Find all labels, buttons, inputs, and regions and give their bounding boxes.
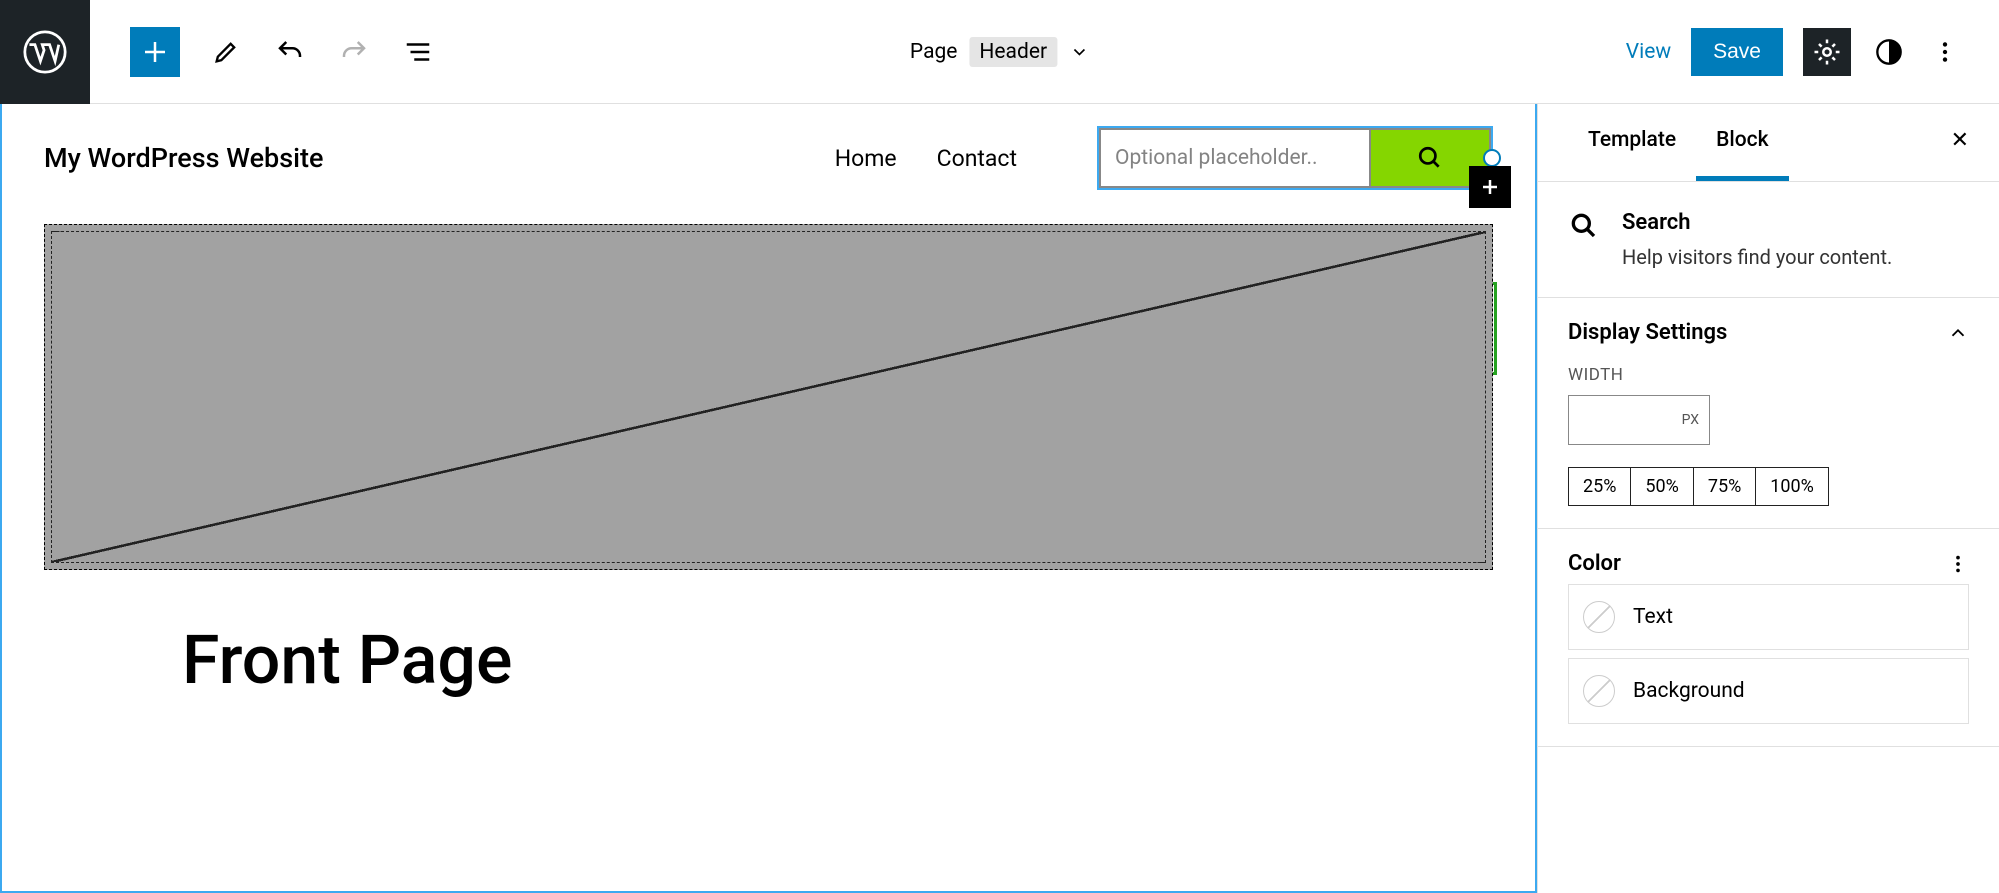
block-name: Search xyxy=(1622,210,1892,235)
add-block-inline[interactable] xyxy=(1469,166,1511,208)
tab-block[interactable]: Block xyxy=(1696,104,1788,181)
styles-button[interactable] xyxy=(1871,34,1907,70)
selection-handle[interactable] xyxy=(1483,149,1501,167)
doc-name-badge[interactable]: Header xyxy=(969,37,1057,67)
close-sidebar-button[interactable]: ✕ xyxy=(1951,128,1969,153)
nav-link-home[interactable]: Home xyxy=(835,145,897,172)
width-preset-75[interactable]: 75% xyxy=(1694,468,1756,505)
search-input[interactable]: Optional placeholder.. xyxy=(1099,128,1371,188)
width-label: WIDTH xyxy=(1568,365,1969,385)
tab-template[interactable]: Template xyxy=(1568,104,1696,181)
more-menu-button[interactable] xyxy=(1927,34,1963,70)
doc-type-label: Page xyxy=(910,40,958,64)
settings-button[interactable] xyxy=(1803,28,1851,76)
panel-title-display[interactable]: Display Settings xyxy=(1568,320,1727,345)
page-title[interactable]: Front Page xyxy=(182,620,1535,700)
search-block[interactable]: Optional placeholder.. xyxy=(1097,126,1493,190)
search-icon xyxy=(1568,210,1600,242)
edit-icon[interactable] xyxy=(208,34,244,70)
text-color-swatch xyxy=(1583,601,1615,633)
width-preset-25[interactable]: 25% xyxy=(1569,468,1631,505)
view-link[interactable]: View xyxy=(1626,40,1671,64)
color-background-row[interactable]: Background xyxy=(1568,658,1969,724)
settings-sidebar: Template Block ✕ Search Help visitors fi… xyxy=(1537,104,1999,893)
block-description: Help visitors find your content. xyxy=(1622,245,1892,269)
panel-title-color: Color xyxy=(1568,551,1621,576)
save-button[interactable]: Save xyxy=(1691,28,1783,76)
undo-button[interactable] xyxy=(272,34,308,70)
add-block-button[interactable] xyxy=(130,27,180,77)
chevron-down-icon[interactable] xyxy=(1069,42,1089,62)
site-title[interactable]: My WordPress Website xyxy=(44,142,323,174)
color-text-row[interactable]: Text xyxy=(1568,584,1969,650)
nav-link-contact[interactable]: Contact xyxy=(937,145,1017,172)
color-options-icon[interactable] xyxy=(1947,553,1969,575)
list-view-button[interactable] xyxy=(400,34,436,70)
width-presets: 25% 50% 75% 100% xyxy=(1568,467,1829,506)
redo-button xyxy=(336,34,372,70)
chevron-up-icon[interactable] xyxy=(1947,322,1969,344)
width-input[interactable]: PX xyxy=(1568,395,1710,445)
background-color-swatch xyxy=(1583,675,1615,707)
width-preset-50[interactable]: 50% xyxy=(1631,468,1693,505)
width-preset-100[interactable]: 100% xyxy=(1756,468,1828,505)
wordpress-logo[interactable] xyxy=(0,0,90,104)
featured-image-placeholder[interactable] xyxy=(44,224,1493,570)
